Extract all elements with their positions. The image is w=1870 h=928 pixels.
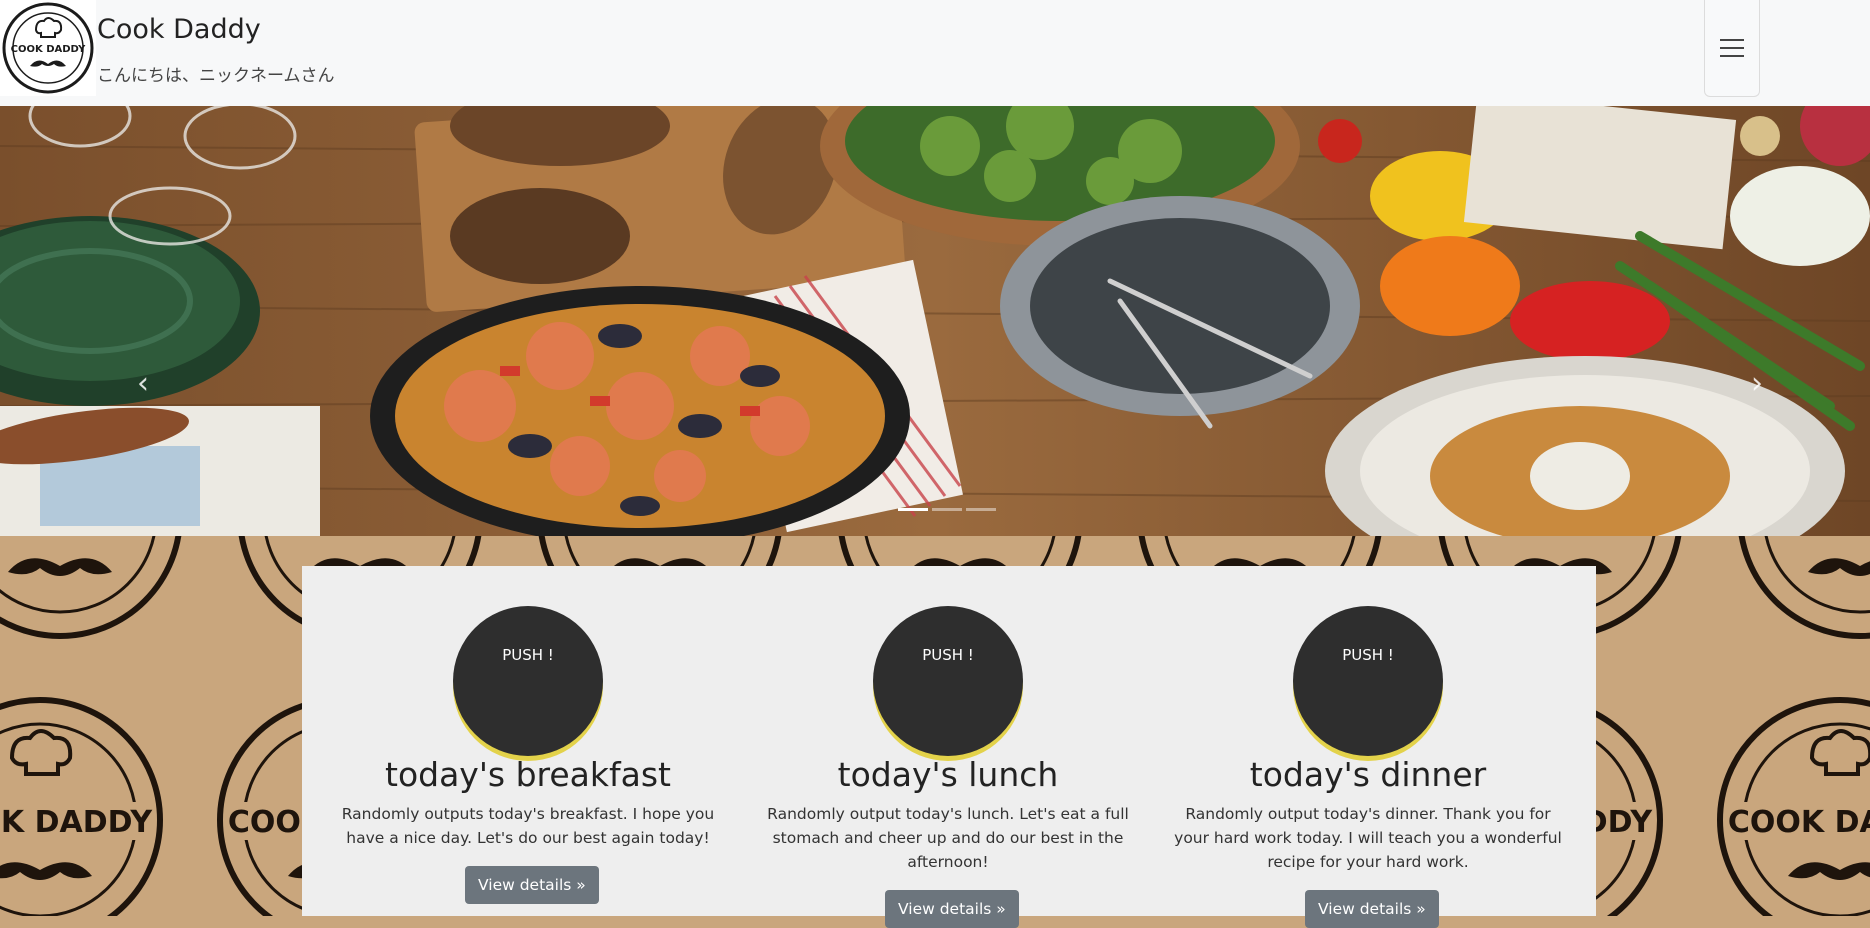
hero-carousel: ‹ › <box>0 106 1870 536</box>
carousel-indicator-2[interactable] <box>932 508 962 511</box>
lunch-title: today's lunch <box>837 755 1059 794</box>
dinner-view-details-button[interactable]: View details » <box>1305 890 1439 928</box>
breakfast-description: Randomly outputs today's breakfast. I ho… <box>341 805 715 847</box>
lunch-view-details-button[interactable]: View details » <box>885 890 1019 928</box>
svg-text:COOK DADDY: COOK DADDY <box>11 44 86 55</box>
lunch-description: Randomly output today's lunch. Let's eat… <box>767 805 1129 871</box>
chevron-left-icon[interactable]: ‹ <box>128 366 158 401</box>
greeting-text: こんにちは、ニックネームさん <box>97 66 335 86</box>
hamburger-icon <box>1720 39 1744 57</box>
brand-name[interactable]: Cook Daddy <box>97 14 261 45</box>
breakfast-view-details-button[interactable]: View details » <box>465 866 599 904</box>
navbar: COOK DADDY Cook Daddy こんにちは、ニックネームさん <box>0 0 1870 107</box>
push-button-label: PUSH ! <box>1342 646 1394 664</box>
carousel-indicators <box>898 508 996 511</box>
carousel-indicator-1[interactable] <box>898 508 928 511</box>
dinner-push-button[interactable]: PUSH ! <box>1293 606 1443 756</box>
push-button-label: PUSH ! <box>502 646 554 664</box>
carousel-indicator-3[interactable] <box>966 508 996 511</box>
food-table-photo <box>0 106 1870 536</box>
breakfast-push-button[interactable]: PUSH ! <box>453 606 603 756</box>
lunch-push-button[interactable]: PUSH ! <box>873 606 1023 756</box>
breakfast-title: today's breakfast <box>385 755 671 794</box>
chevron-right-icon[interactable]: › <box>1742 366 1772 401</box>
dinner-title: today's dinner <box>1249 755 1487 794</box>
navbar-toggler-button[interactable] <box>1704 0 1760 97</box>
dinner-description: Randomly output today's dinner. Thank yo… <box>1174 805 1562 871</box>
meal-cards-panel: PUSH ! today's breakfast Randomly output… <box>302 566 1596 928</box>
cook-daddy-logo[interactable]: COOK DADDY <box>0 0 96 96</box>
push-button-label: PUSH ! <box>922 646 974 664</box>
